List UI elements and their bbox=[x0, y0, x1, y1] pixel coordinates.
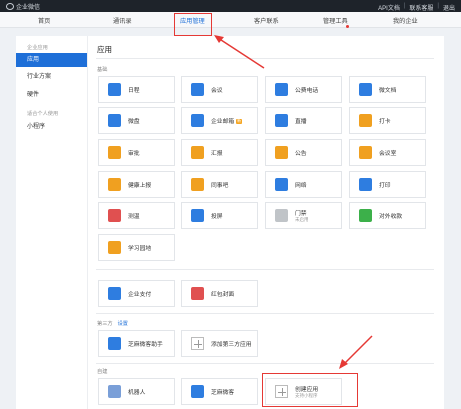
annotation-arrows bbox=[214, 35, 373, 369]
